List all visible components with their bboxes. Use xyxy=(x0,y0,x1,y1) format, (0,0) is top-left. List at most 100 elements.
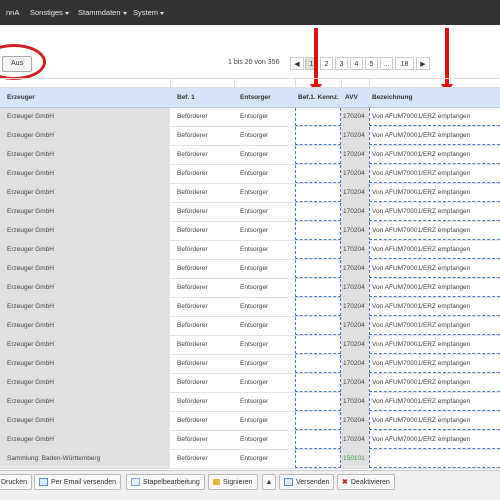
table-row[interactable]: Erzeuger GmbH Beförderer Entsorger 170204 Vo… xyxy=(0,146,500,165)
cell-avv: 170204 xyxy=(341,108,369,126)
button-label: Signieren xyxy=(223,479,253,486)
cell-bezeichnung: Von AFUM70001/ERZ empfangen xyxy=(369,146,500,164)
button-label: Versenden xyxy=(296,479,330,486)
pagination-page-2[interactable]: 2 xyxy=(320,57,333,70)
table-header: Erzeuger Bef. 1 Entsorger Bef.1. Kennz. … xyxy=(0,88,500,108)
print-button[interactable]: Drucken xyxy=(0,474,33,490)
email-send-button[interactable]: Per Email versenden xyxy=(34,474,121,490)
cell-avv: 170204 xyxy=(341,165,369,183)
cell-bef1: Beförderer xyxy=(170,241,234,259)
table-row[interactable]: Erzeuger GmbH Beförderer Entsorger 170204 Vo… xyxy=(0,108,500,127)
column-header-bef1-kennz[interactable]: Bef.1. Kennz. xyxy=(298,88,339,108)
cell-bezeichnung: Von AFUM70001/ERZ empfangen xyxy=(369,374,500,392)
cell-bef1: Beförderer xyxy=(170,298,234,316)
sign-button[interactable]: Signieren xyxy=(208,474,258,490)
cell-bezeichnung: Von AFUM70001/ERZ empfangen xyxy=(369,317,500,335)
table-row[interactable]: Sammlung: Baden-Württemberg Beförderer Ent… xyxy=(0,450,500,469)
cell-avv: 170204 xyxy=(341,127,369,145)
pagination-page-5[interactable]: 5 xyxy=(365,57,378,70)
cell-erzeuger: Erzeuger GmbH xyxy=(0,222,170,240)
nav-item-stammdaten[interactable]: Stammdaten xyxy=(78,0,127,25)
table-row[interactable]: Erzeuger GmbH Beförderer Entsorger 170204 Vo… xyxy=(0,184,500,203)
cell-bef1: Beförderer xyxy=(170,431,234,449)
table-row[interactable]: Erzeuger GmbH Beförderer Entsorger 170204 Vo… xyxy=(0,279,500,298)
cell-bef1: Beförderer xyxy=(170,165,234,183)
cell-bef1: Beförderer xyxy=(170,393,234,411)
cell-bef1: Beförderer xyxy=(170,108,234,126)
cell-bezeichnung: Von AFUM70001/ERZ empfangen xyxy=(369,336,500,354)
nav-label: Sonstiges xyxy=(30,8,63,17)
table-row[interactable]: Erzeuger GmbH Beförderer Entsorger 170204 Vo… xyxy=(0,412,500,431)
cell-bef1-kennz xyxy=(295,108,341,126)
cell-bef1-kennz xyxy=(295,298,341,316)
page-label: ... xyxy=(383,61,390,68)
nav-item-sonstiges[interactable]: Sonstiges xyxy=(30,0,69,25)
table-row[interactable]: Erzeuger GmbH Beförderer Entsorger 170204 Vo… xyxy=(0,165,500,184)
deactivate-button[interactable]: ✖ Deaktivieren xyxy=(337,474,395,490)
table-row[interactable]: Erzeuger GmbH Beförderer Entsorger 170204 Vo… xyxy=(0,222,500,241)
pagination-page-3[interactable]: 3 xyxy=(335,57,348,70)
sign-dropdown-toggle[interactable]: ▲ xyxy=(262,474,276,490)
table-row[interactable]: Erzeuger GmbH Beförderer Entsorger 170204 Vo… xyxy=(0,203,500,222)
bottom-toolbar: Drucken Per Email versenden Stapelbearbe… xyxy=(0,470,500,500)
cell-bef1-kennz xyxy=(295,203,341,221)
cell-erzeuger: Erzeuger GmbH xyxy=(0,298,170,316)
cell-erzeuger: Sammlung: Baden-Württemberg xyxy=(0,450,170,468)
nav-item-system[interactable]: System xyxy=(133,0,165,25)
cell-erzeuger: Erzeuger GmbH xyxy=(0,146,170,164)
table-row[interactable]: Erzeuger GmbH Beförderer Entsorger 170204 Vo… xyxy=(0,317,500,336)
column-header-bef1[interactable]: Bef. 1 xyxy=(177,88,195,108)
table-row[interactable]: Erzeuger GmbH Beförderer Entsorger 170204 Vo… xyxy=(0,298,500,317)
cell-erzeuger: Erzeuger GmbH xyxy=(0,108,170,126)
cell-bef1-kennz xyxy=(295,450,341,468)
cell-erzeuger: Erzeuger GmbH xyxy=(0,260,170,278)
table-row[interactable]: Erzeuger GmbH Beförderer Entsorger 170204 Vo… xyxy=(0,127,500,146)
cell-bef1: Beförderer xyxy=(170,317,234,335)
pagination-next-button[interactable]: ▶ xyxy=(416,57,430,70)
stack-icon xyxy=(131,478,140,487)
column-header-bezeichnung[interactable]: Bezeichnung xyxy=(372,88,412,108)
cell-bezeichnung: Von AFUM70001/ERZ empfangen xyxy=(369,355,500,373)
pen-icon xyxy=(213,479,220,486)
column-header-avv[interactable]: AVV xyxy=(345,88,358,108)
table-row[interactable]: Erzeuger GmbH Beförderer Entsorger 170204 Vo… xyxy=(0,355,500,374)
table-row[interactable]: Erzeuger GmbH Beförderer Entsorger 170204 Vo… xyxy=(0,336,500,355)
cell-erzeuger: Erzeuger GmbH xyxy=(0,317,170,335)
cell-avv: 170204 xyxy=(341,412,369,430)
filter-divider xyxy=(341,79,342,87)
cell-entsorger: Entsorger xyxy=(234,336,295,354)
cell-bezeichnung: Von AFUM70001/ERZ empfangen xyxy=(369,184,500,202)
pagination-page-4[interactable]: 4 xyxy=(350,57,363,70)
caret-down-icon xyxy=(64,11,69,15)
table-row[interactable]: Erzeuger GmbH Beförderer Entsorger 170204 Vo… xyxy=(0,431,500,450)
batch-edit-button[interactable]: Stapelbearbeitung xyxy=(126,474,205,490)
table-row[interactable]: Erzeuger GmbH Beförderer Entsorger 170204 Vo… xyxy=(0,241,500,260)
cell-erzeuger: Erzeuger GmbH xyxy=(0,431,170,449)
column-header-erzeuger[interactable]: Erzeuger xyxy=(7,88,35,108)
cell-erzeuger: Erzeuger GmbH xyxy=(0,203,170,221)
column-header-entsorger[interactable]: Entsorger xyxy=(240,88,271,108)
cell-entsorger: Entsorger xyxy=(234,241,295,259)
cell-entsorger: Entsorger xyxy=(234,298,295,316)
cell-entsorger: Entsorger xyxy=(234,108,295,126)
cell-bezeichnung: Von AFUM70001/ERZ empfangen xyxy=(369,222,500,240)
cell-bezeichnung: Von AFUM70001/ERZ empfangen xyxy=(369,260,500,278)
pagination-page-18[interactable]: 18 xyxy=(395,57,414,70)
cell-bef1: Beförderer xyxy=(170,203,234,221)
button-label: Drucken xyxy=(1,479,28,486)
cell-bef1-kennz xyxy=(295,279,341,297)
cell-bezeichnung: Von AFUM70001/ERZ empfangen xyxy=(369,127,500,145)
cell-entsorger: Entsorger xyxy=(234,393,295,411)
pagination-prev-button[interactable]: ◀ xyxy=(290,57,304,70)
nav-item-nna[interactable]: nnA xyxy=(6,0,19,25)
table-row[interactable]: Erzeuger GmbH Beförderer Entsorger 170204 Vo… xyxy=(0,393,500,412)
nav-label: Stammdaten xyxy=(78,8,121,17)
cell-avv: 170204 xyxy=(341,203,369,221)
table-row[interactable]: Erzeuger GmbH Beförderer Entsorger 170204 Vo… xyxy=(0,374,500,393)
cell-avv: 170204 xyxy=(341,279,369,297)
cell-bef1: Beförderer xyxy=(170,336,234,354)
table-row[interactable]: Erzeuger GmbH Beförderer Entsorger 170204 Vo… xyxy=(0,260,500,279)
send-button[interactable]: Versenden xyxy=(279,474,335,490)
cell-erzeuger: Erzeuger GmbH xyxy=(0,165,170,183)
cell-erzeuger: Erzeuger GmbH xyxy=(0,355,170,373)
